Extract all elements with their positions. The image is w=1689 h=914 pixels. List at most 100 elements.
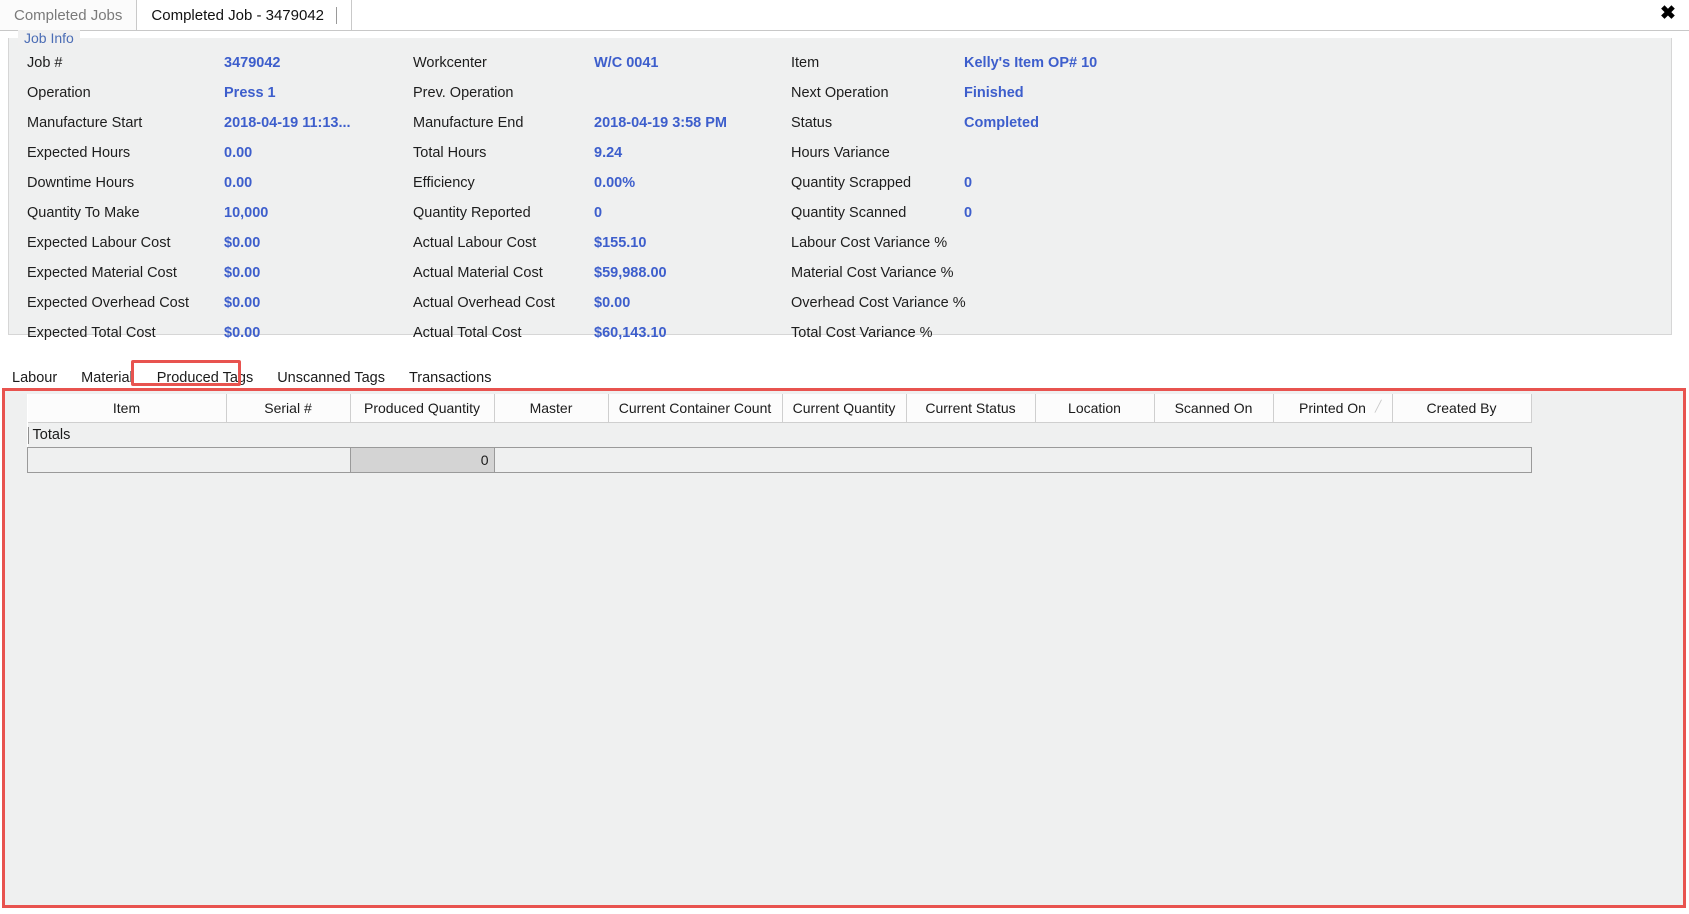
job-info-value [964,228,1164,258]
job-info-value: 0 [964,175,973,191]
window-tab-completed-job-detail[interactable]: Completed Job - 3479042 [136,0,353,30]
column-header-label: Master [529,400,573,416]
job-info-value [594,78,779,108]
job-info-label: Hours Variance [791,145,890,161]
job-info-spacer [1164,288,1584,318]
column-header-location[interactable]: Location [1035,394,1155,423]
job-info-label: Job # [27,55,63,71]
job-info-spacer [1164,198,1584,228]
job-info-spacer [1164,228,1584,258]
job-info-label: Expected Hours [27,145,131,161]
produced-tags-grid-area[interactable]: Item Serial # Produced Quantity Master Curre… [27,394,1532,473]
job-info-label: Expected Labour Cost [27,235,171,251]
totals-blank-cell [27,447,351,473]
totals-caption-cell: Totals [27,422,1531,448]
column-header-serial-[interactable]: Serial # [226,394,351,423]
job-info-label: Prev. Operation [413,85,514,101]
job-info-label: Total Hours [413,145,487,161]
job-info-label: Downtime Hours [27,175,135,191]
job-info-value: 3479042 [224,55,281,71]
job-info-legend: Job Info [18,30,80,46]
job-info-value: 2018-04-19 11:13... [224,115,351,131]
sub-tab-strip: Labour Material Produced Tags Unscanned Tag… [0,366,1689,390]
job-info-value: Finished [964,85,1024,101]
job-info-value: 0.00 [224,175,253,191]
job-info-value: $60,143.10 [594,325,667,341]
column-header-current-container-count[interactable]: Current Container Count [608,394,783,423]
job-info-value: $0.00 [224,235,261,251]
column-header-label: Created By [1426,400,1497,416]
sub-tab-unscanned-tags[interactable]: Unscanned Tags [265,368,397,390]
job-info-label: Material Cost Variance % [791,265,954,281]
job-info-value: $0.00 [224,325,261,341]
column-header-current-quantity[interactable]: Current Quantity [782,394,907,423]
job-info-label: Expected Overhead Cost [27,295,190,311]
job-info-label: Quantity Scanned [791,205,907,221]
job-info-value: $155.10 [594,235,647,251]
totals-produced-quantity-cell: 0 [349,447,495,473]
column-header-label: Produced Quantity [364,400,480,416]
job-info-label: Actual Labour Cost [413,235,537,251]
text-caret [336,6,338,24]
job-info-spacer [1164,168,1584,198]
job-info-label: Expected Total Cost [27,325,156,341]
close-icon[interactable]: ✖ [1657,3,1679,25]
totals-label: Totals [27,427,70,444]
column-header-printed-on[interactable]: Printed On ╱ [1273,394,1393,423]
job-info-value: $0.00 [224,295,261,311]
column-header-label: Location [1068,400,1121,416]
job-info-spacer [1164,48,1584,78]
job-info-label: Next Operation [791,85,889,101]
job-info-label: Quantity Scrapped [791,175,912,191]
job-info-label: Actual Overhead Cost [413,295,555,311]
job-info-label: Labour Cost Variance % [791,235,948,251]
sub-tab-produced-tags[interactable]: Produced Tags [144,368,266,390]
table-header-row: Item Serial # Produced Quantity Master Curre… [27,394,1532,423]
sub-tab-labour[interactable]: Labour [0,368,70,390]
sub-tab-transactions[interactable]: Transactions [396,368,504,390]
column-header-produced-quantity[interactable]: Produced Quantity [350,394,495,423]
job-info-label: Overhead Cost Variance % [791,295,966,311]
column-header-scanned-on[interactable]: Scanned On [1154,394,1274,423]
table-body: Totals 0 [27,422,1532,473]
job-info-label: Actual Material Cost [413,265,543,281]
column-header-label: Current Status [925,400,1016,416]
job-info-value: 10,000 [224,205,269,221]
job-info-spacer [1164,108,1584,138]
job-info-value: 0.00% [594,175,636,191]
job-info-label: Operation [27,85,91,101]
column-header-label: Printed On [1299,400,1366,416]
job-info-label: Item [791,55,820,71]
job-info-spacer [1164,258,1584,288]
job-info-label: Manufacture End [413,115,524,131]
job-info-label: Efficiency [413,175,475,191]
job-info-value: $59,988.00 [594,265,667,281]
column-header-label: Current Quantity [792,400,896,416]
window-tab-label: Completed Jobs [14,6,123,24]
job-info-label: Actual Total Cost [413,325,522,341]
job-info-spacer [1164,78,1584,108]
column-header-label: Item [112,400,141,416]
window-tab-bar: Completed Jobs Completed Job - 3479042 [0,0,1689,31]
column-header-master[interactable]: Master [494,394,609,423]
job-info-value [964,258,1164,288]
produced-tags-panel: Item Serial # Produced Quantity Master Curre… [2,388,1686,908]
column-header-item[interactable]: Item [27,394,227,423]
sub-tab-material[interactable]: Material [69,368,145,390]
column-header-created-by[interactable]: Created By [1392,394,1532,423]
column-header-current-status[interactable]: Current Status [906,394,1036,423]
job-info-label: Quantity To Make [27,205,140,221]
job-info-value: 0 [964,205,973,221]
job-info-value: $0.00 [594,295,631,311]
job-info-grid: Job # 3479042 Workcenter W/C 0041 Item Kelly'… [9,48,1671,348]
window-tab-label: Completed Job - 3479042 [151,6,325,24]
window-tab-completed-jobs[interactable]: Completed Jobs [0,0,137,30]
job-info-value: 0.00 [224,145,253,161]
job-info-value [964,288,1164,318]
totals-caption-row: Totals [27,422,1531,448]
job-info-label: Total Cost Variance % [791,325,933,341]
job-info-label: Manufacture Start [27,115,143,131]
job-info-value: 2018-04-19 3:58 PM [594,115,727,131]
job-info-label: Status [791,115,833,131]
job-info-value: 0 [594,205,603,221]
